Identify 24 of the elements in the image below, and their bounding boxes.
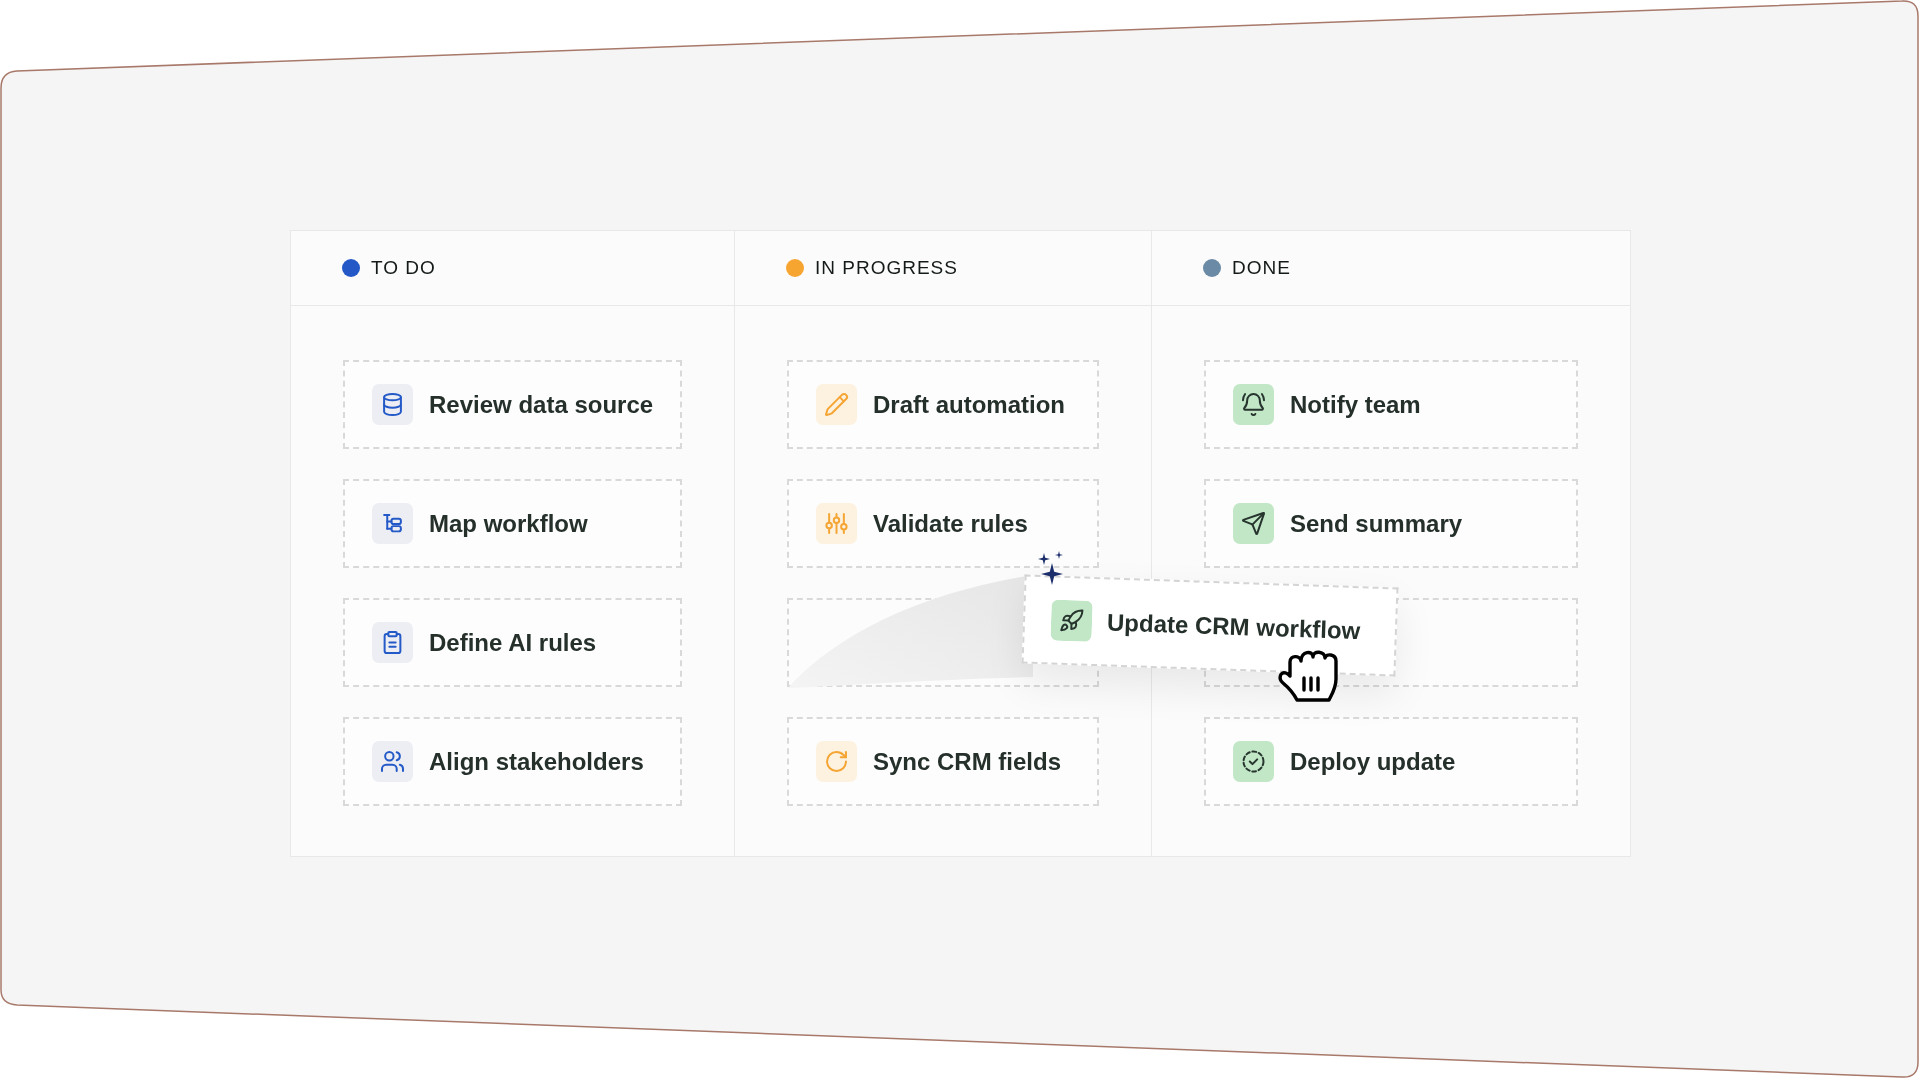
task-card[interactable]: Draft automation [787,360,1099,449]
clipboard-icon [372,622,413,663]
task-card[interactable]: Validate rules [787,479,1099,568]
column-title: IN PROGRESS [815,257,958,279]
bell-icon [1233,384,1274,425]
sliders-icon [816,503,857,544]
tree-icon [372,503,413,544]
pencil-icon [816,384,857,425]
task-card[interactable]: Send summary [1204,479,1578,568]
task-card[interactable]: Sync CRM fields [787,717,1099,806]
column-title: DONE [1232,257,1291,279]
task-card[interactable]: Define AI rules [343,598,682,687]
column-title: TO DO [371,257,436,279]
task-card[interactable]: Map workflow [343,479,682,568]
database-icon [372,384,413,425]
sparkle-icon [1038,551,1064,585]
refresh-icon [816,741,857,782]
task-card[interactable]: Review data source [343,360,682,449]
task-card[interactable]: Deploy update [1204,717,1578,806]
paper-plane-icon [1233,503,1274,544]
task-card[interactable]: Align stakeholders [343,717,682,806]
task-card[interactable]: Notify team [1204,360,1578,449]
users-icon [372,741,413,782]
rocket-icon [1050,599,1093,642]
